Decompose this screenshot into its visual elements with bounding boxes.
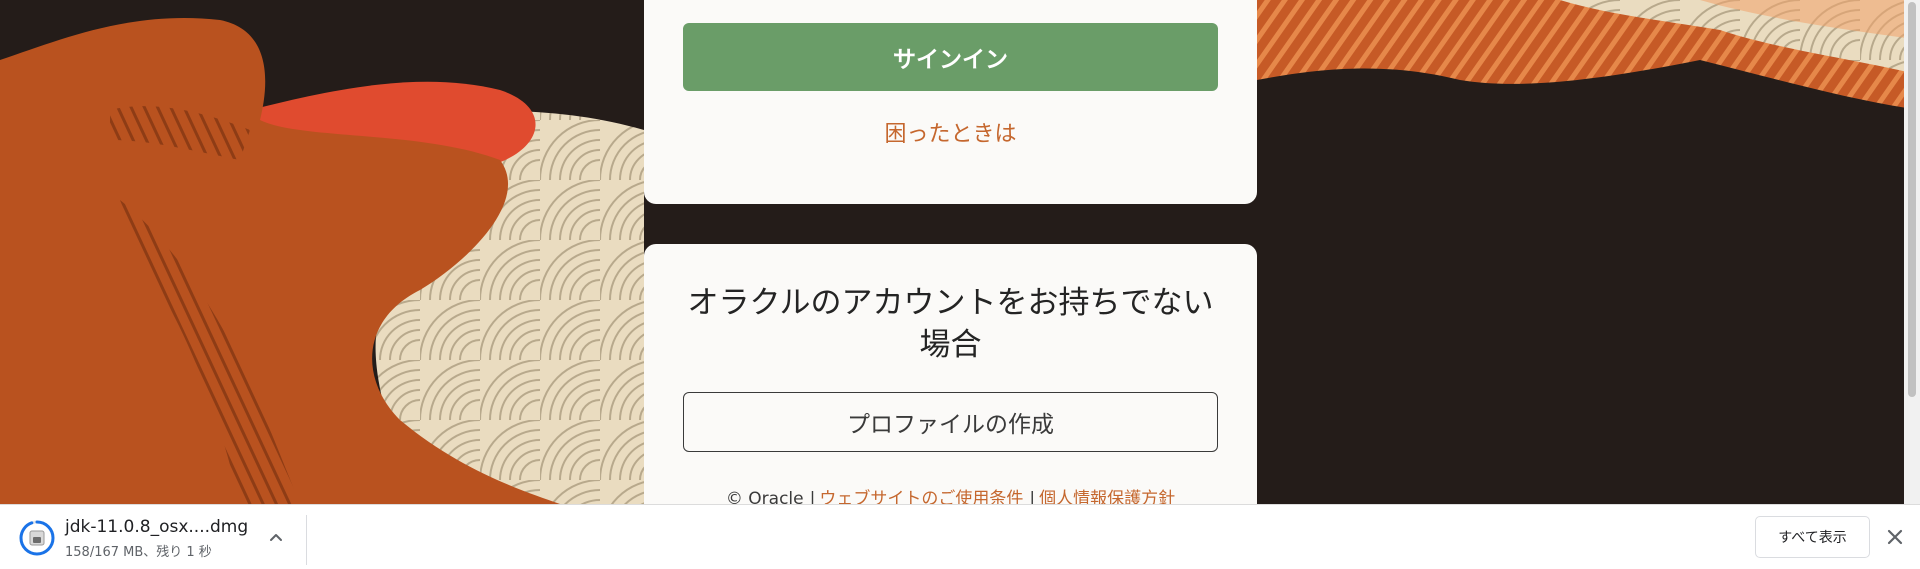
show-all-button[interactable]: すべて表示: [1755, 516, 1870, 558]
vertical-scrollbar[interactable]: [1904, 0, 1920, 504]
no-account-heading: オラクルのアカウントをお持ちでない場合: [687, 285, 1214, 363]
help-link[interactable]: 困ったときは: [644, 116, 1257, 148]
download-item[interactable]: jdk-11.0.8_osx....dmg 158/167 MB、残り 1 秒: [0, 505, 306, 569]
signin-card: サインイン 困ったときは: [644, 0, 1257, 204]
create-profile-button[interactable]: プロファイルの作成: [683, 392, 1218, 452]
create-account-card: オラクルのアカウントをお持ちでない場合 プロファイルの作成 © Oracle | ウ…: [644, 244, 1257, 544]
download-divider: [306, 515, 307, 565]
signin-button[interactable]: サインイン: [683, 23, 1218, 91]
page: サインイン 困ったときは オラクルのアカウントをお持ちでない場合 プロファイルの…: [0, 0, 1920, 569]
download-bar: jdk-11.0.8_osx....dmg 158/167 MB、残り 1 秒 …: [0, 504, 1920, 569]
scrollbar-thumb[interactable]: [1908, 2, 1916, 397]
disk-image-icon: [19, 520, 55, 556]
download-status: 158/167 MB、残り 1 秒: [65, 545, 212, 560]
download-filename: jdk-11.0.8_osx....dmg: [65, 517, 249, 537]
chevron-up-icon[interactable]: [266, 527, 286, 547]
close-icon[interactable]: [1884, 526, 1906, 548]
